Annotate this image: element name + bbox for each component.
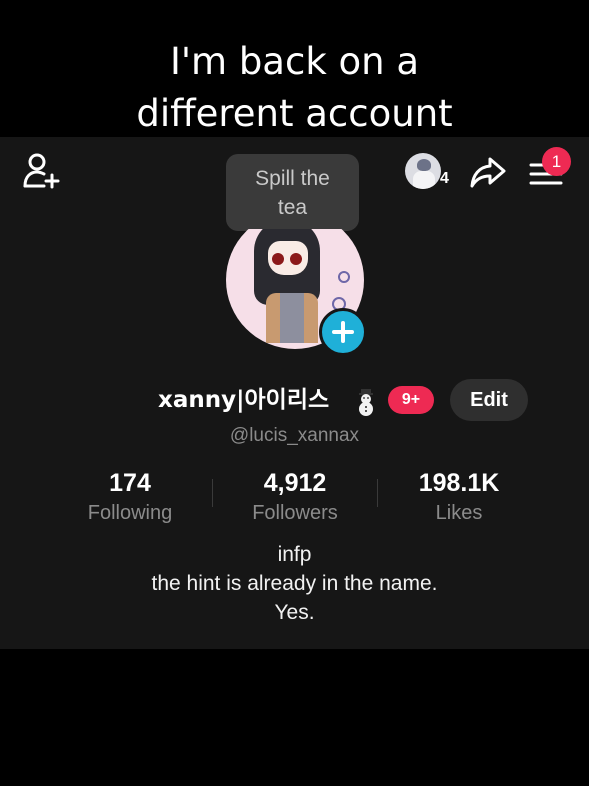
caption-line-1: I'm back on a <box>169 40 420 83</box>
followers-label: Followers <box>252 502 338 524</box>
profile-name: xanny|아이리스 <box>158 387 330 413</box>
profile-panel: Spill the tea 4 1 xanny|아이리스 9+ Edit @lu… <box>0 137 589 649</box>
stat-divider <box>377 479 378 507</box>
story-avatar-head <box>417 159 431 171</box>
tooltip-line-1: Spill the <box>255 166 330 190</box>
caption-line-2: different account <box>136 92 453 135</box>
following-count: 174 <box>109 469 151 497</box>
bio-line-2: the hint is already in the name. <box>151 572 438 595</box>
spill-the-tea-tooltip[interactable]: Spill the tea <box>226 154 359 231</box>
add-avatar-plus-icon[interactable] <box>319 308 367 356</box>
bio-line-3: Yes. <box>274 601 315 624</box>
stat-likes[interactable]: 198.1K Likes <box>379 467 539 527</box>
share-icon[interactable] <box>470 155 506 189</box>
profile-bio: infp the hint is already in the name. Ye… <box>0 540 589 627</box>
stat-divider <box>212 479 213 507</box>
avatar-eye-right <box>290 253 302 265</box>
story-avatar[interactable] <box>405 153 441 189</box>
story-avatar-body <box>413 171 435 189</box>
story-count: 4 <box>440 170 449 187</box>
profile-handle: @lucis_xannax <box>229 425 360 446</box>
tooltip-line-2: tea <box>277 195 308 219</box>
stat-followers[interactable]: 4,912 Followers <box>215 467 375 527</box>
menu-notification-badge: 1 <box>542 147 571 176</box>
followers-count: 4,912 <box>263 469 327 497</box>
avatar-bubble <box>338 271 350 283</box>
bio-line-1: infp <box>277 543 312 566</box>
add-user-icon[interactable] <box>22 153 62 191</box>
likes-count: 198.1K <box>418 469 500 497</box>
video-caption: I'm back on a different account <box>0 36 589 140</box>
snowman-icon <box>359 389 373 416</box>
avatar-eye-left <box>272 253 284 265</box>
edit-profile-button[interactable]: Edit <box>450 379 528 421</box>
likes-label: Likes <box>435 502 483 524</box>
following-label: Following <box>87 502 173 524</box>
stat-following[interactable]: 174 Following <box>50 467 210 527</box>
avatar-shirt <box>280 293 304 343</box>
notification-count-badge: 9+ <box>388 386 434 414</box>
